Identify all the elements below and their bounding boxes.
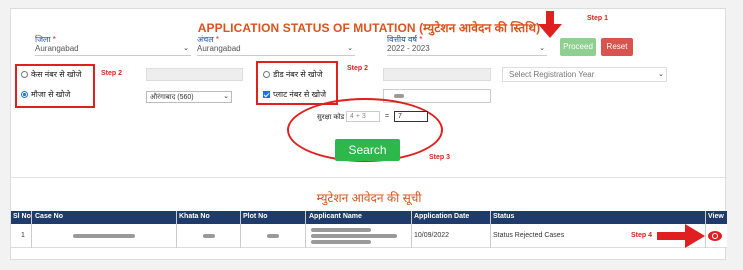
table-row: 1 10/09/2022 Status Rejected Cases Step …: [11, 224, 727, 248]
redacted-case-no: [73, 234, 135, 238]
cell-sl-no: 1: [21, 232, 25, 239]
arrow-down-icon: [538, 11, 562, 38]
results-title: म्युटेशन आवेदन की सूची: [316, 191, 422, 205]
page: APPLICATION STATUS OF MUTATION (म्युटेशन…: [0, 0, 743, 270]
radio-selected-icon: [21, 91, 28, 98]
results-table-header: Sl No Case No Khata No Plot No Applicant…: [11, 211, 727, 224]
radio-icon: [263, 71, 270, 78]
redacted-plot-value: [394, 94, 404, 98]
step2-label-right: Step 2: [347, 65, 369, 72]
circle-select[interactable]: Aurangabad ⌄: [197, 42, 355, 56]
column-divider: [31, 211, 32, 248]
district-select[interactable]: Aurangabad ⌄: [35, 42, 191, 56]
column-divider: [305, 211, 306, 248]
mauza-radio[interactable]: मौजा से खोजे: [21, 89, 70, 100]
arrow-right-icon: [657, 224, 705, 248]
col-sl-no: Sl No: [13, 213, 31, 220]
col-plot-no: Plot No: [243, 213, 268, 220]
redacted-plot-no: [267, 234, 279, 238]
chevron-down-icon: ⌄: [347, 45, 353, 52]
cell-status: Status Rejected Cases: [493, 232, 565, 239]
mutation-status-card: APPLICATION STATUS OF MUTATION (म्युटेशन…: [10, 8, 727, 260]
proceed-button[interactable]: Proceed: [560, 38, 596, 56]
col-applicant-name: Applicant Name: [309, 213, 362, 220]
radio-icon: [21, 71, 28, 78]
financial-year-select[interactable]: 2022 - 2023 ⌄: [387, 42, 547, 56]
redacted-applicant-name-1: [311, 228, 371, 232]
captcha-question: 4 + 3: [346, 111, 380, 122]
redacted-applicant-name-3: [311, 240, 371, 244]
step3-label: Step 3: [429, 154, 451, 161]
captcha-answer-input[interactable]: 7: [394, 111, 428, 122]
divider: [11, 177, 727, 178]
plot-no-checkbox[interactable]: प्लाट नंबर से खोजे: [263, 89, 326, 100]
step2-label-left: Step 2: [101, 70, 123, 77]
captcha-label: सुरक्षा कोड :: [317, 114, 349, 121]
chevron-down-icon: ⌄: [183, 45, 189, 52]
registration-year-select[interactable]: Select Registration Year ⌄: [502, 67, 667, 82]
column-divider: [176, 211, 177, 248]
reset-button[interactable]: Reset: [601, 38, 633, 56]
col-case-no: Case No: [35, 213, 64, 220]
deed-no-input[interactable]: [383, 68, 491, 81]
captcha-equals: =: [385, 113, 390, 120]
col-khata-no: Khata No: [179, 213, 210, 220]
step1-label: Step 1: [587, 15, 609, 22]
column-divider: [240, 211, 241, 248]
case-no-radio[interactable]: केस नंबर से खोजे: [21, 69, 81, 80]
column-divider: [490, 211, 491, 248]
redacted-khata-no: [203, 234, 215, 238]
step4-label: Step 4: [631, 232, 653, 239]
case-no-input[interactable]: [146, 68, 243, 81]
page-title: APPLICATION STATUS OF MUTATION (म्युटेशन…: [197, 21, 541, 35]
eye-icon[interactable]: [708, 231, 722, 241]
col-status: Status: [493, 213, 515, 220]
redacted-applicant-name-2: [311, 234, 397, 238]
chevron-down-icon: ⌄: [658, 71, 664, 78]
col-application-date: Application Date: [414, 213, 470, 220]
chevron-down-icon: ⌄: [223, 93, 229, 100]
column-divider: [705, 211, 706, 248]
col-view: View: [708, 213, 724, 220]
column-divider: [411, 211, 412, 248]
chevron-down-icon: ⌄: [539, 45, 545, 52]
deed-no-radio[interactable]: डीड नंबर से खोजे: [263, 69, 323, 80]
cell-application-date: 10/09/2022: [414, 232, 450, 239]
mauza-select[interactable]: औरंगाबाद (560) ⌄: [146, 91, 232, 103]
search-button[interactable]: Search: [335, 139, 400, 161]
checkbox-checked-icon: [263, 91, 270, 98]
